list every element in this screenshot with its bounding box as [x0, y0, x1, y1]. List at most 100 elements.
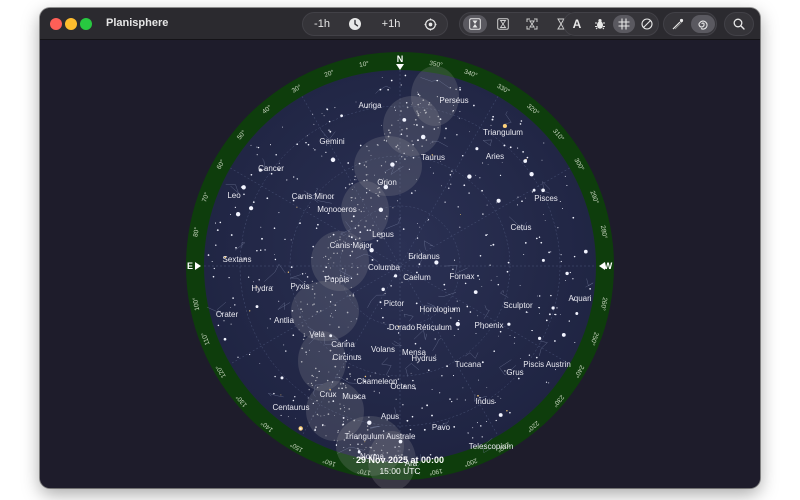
constellation-label[interactable]: Pisces [534, 194, 558, 203]
star [243, 193, 245, 196]
constellation-label[interactable]: Cancer [258, 164, 284, 173]
constellation-label[interactable]: Columba [368, 263, 401, 272]
constellation-label[interactable]: Carina [331, 340, 355, 349]
constellation-label[interactable]: Octans [390, 382, 415, 391]
constellation-label[interactable]: Grus [506, 368, 523, 377]
constellation-label[interactable]: Tucana [455, 360, 482, 369]
milky-way-star [338, 326, 340, 328]
star [318, 370, 320, 373]
star [559, 200, 561, 203]
star [368, 150, 370, 152]
zoom-window-button[interactable] [80, 18, 92, 30]
constellation-label[interactable]: Taurus [421, 153, 445, 162]
star [410, 192, 413, 194]
view-mode-1-button[interactable] [463, 15, 487, 33]
minimize-window-button[interactable] [65, 18, 77, 30]
planisphere-view[interactable]: Auriga Perseus Triangulum Gemini Taurus Aries… [40, 41, 760, 488]
constellation-label[interactable]: Caelum [403, 273, 431, 282]
constellation-label[interactable]: Aquari [568, 294, 591, 303]
constellation-label[interactable]: Pictor [384, 299, 405, 308]
milky-way-star [334, 304, 337, 306]
constellation-label[interactable]: Pavo [432, 423, 451, 432]
view-mode-3-button[interactable] [520, 13, 544, 35]
settings-button[interactable] [417, 13, 443, 35]
constellation-label[interactable]: Lepus [372, 230, 394, 239]
plus-hour-button[interactable]: +1h [371, 13, 411, 35]
milky-way-star [420, 111, 422, 113]
constellation-label[interactable]: Piscis Austrin [523, 360, 571, 369]
constellation-label[interactable]: Orion [377, 178, 397, 187]
search-button[interactable] [727, 13, 751, 35]
star [506, 410, 508, 412]
constellation-label[interactable]: Canis Minor [292, 192, 335, 201]
star [416, 237, 419, 239]
star [293, 176, 295, 178]
constellation-label[interactable]: Phoenix [475, 321, 504, 330]
constellation-label[interactable]: Sextans [223, 255, 252, 264]
constellation-label[interactable]: Puppis [325, 275, 349, 284]
star [341, 387, 343, 390]
grid-toggle-button[interactable] [613, 15, 635, 33]
constellation-label[interactable]: Centaurus [273, 403, 310, 412]
constellation-label[interactable]: Hydrus [411, 354, 436, 363]
star [321, 424, 324, 426]
star [531, 330, 533, 332]
star [479, 255, 482, 257]
constellation-label[interactable]: Horologium [420, 305, 461, 314]
milky-way-star [377, 187, 379, 190]
star [381, 287, 385, 292]
milky-way-star [398, 445, 400, 448]
milky-way-star [353, 419, 356, 422]
constellation-label[interactable]: Crux [320, 390, 337, 399]
constellation-label[interactable]: Triangulum Australe [345, 432, 416, 441]
constellation-label[interactable]: Indus [475, 397, 495, 406]
constellation-label[interactable]: Crater [216, 310, 239, 319]
milky-way-star [348, 408, 351, 410]
galaxy-toggle-button[interactable] [691, 15, 715, 33]
milky-way-star [315, 380, 317, 382]
constellation-label[interactable]: Canis Major [330, 241, 373, 250]
constellation-label[interactable]: Pyxis [290, 282, 309, 291]
constellations-toggle-button[interactable] [589, 13, 611, 35]
star [313, 123, 315, 125]
constellation-label[interactable]: Musca [342, 392, 366, 401]
star [544, 220, 546, 221]
view-mode-2-button[interactable] [491, 13, 515, 35]
constellation-label[interactable]: Antlia [274, 316, 295, 325]
constellation-label[interactable]: Sculptor [503, 301, 533, 310]
star [366, 229, 369, 232]
constellation-label[interactable]: Monoceros [317, 205, 357, 214]
sky-map[interactable]: Auriga Perseus Triangulum Gemini Taurus Aries… [40, 41, 760, 488]
meteor-toggle-button[interactable] [667, 13, 689, 35]
constellation-label[interactable]: Eridanus [408, 252, 440, 261]
star [400, 84, 402, 86]
labels-toggle-button[interactable]: A [566, 13, 588, 35]
constellation-label[interactable]: Circinus [333, 353, 362, 362]
constellation-label[interactable]: Perseus [439, 96, 468, 105]
milky-way-star [320, 415, 322, 417]
constellation-label[interactable]: Aries [486, 152, 504, 161]
now-button[interactable] [343, 13, 367, 35]
minus-hour-button[interactable]: -1h [305, 13, 339, 35]
constellation-label[interactable]: Vela [309, 330, 325, 339]
constellation-label[interactable]: Dorado [389, 323, 416, 332]
close-window-button[interactable] [50, 18, 62, 30]
star [441, 375, 443, 377]
constellation-label[interactable]: Hydra [251, 284, 273, 293]
constellation-label[interactable]: Cetus [511, 223, 532, 232]
star [561, 332, 566, 337]
constellation-label[interactable]: Apus [381, 412, 399, 421]
star [451, 170, 453, 172]
constellation-label[interactable]: Gemini [319, 137, 345, 146]
constellation-label[interactable]: Fornax [450, 272, 475, 281]
constellation-label[interactable]: Leo [227, 191, 241, 200]
star [572, 278, 574, 280]
star [428, 369, 430, 372]
constellation-label[interactable]: Volans [371, 345, 395, 354]
constellation-label[interactable]: Auriga [358, 101, 382, 110]
constellation-label[interactable]: Reticulum [416, 323, 452, 332]
star [436, 79, 438, 82]
hide-all-button[interactable] [636, 13, 658, 35]
constellation-label[interactable]: Triangulum [483, 128, 523, 137]
milky-way-star [414, 118, 417, 121]
